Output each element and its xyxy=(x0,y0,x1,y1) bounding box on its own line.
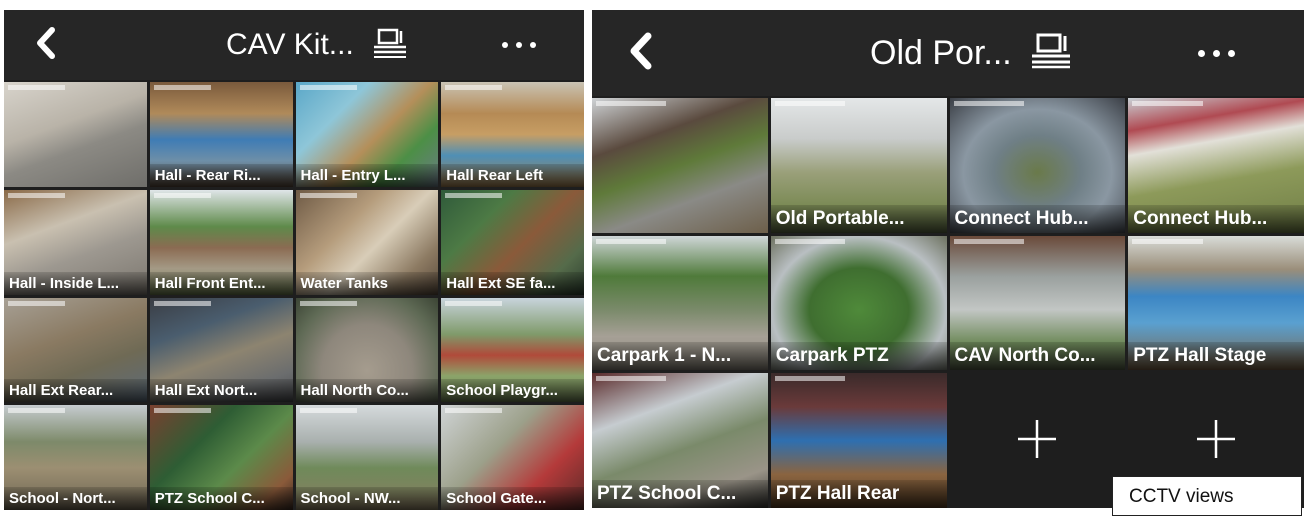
camera-tile[interactable]: School - Nort... xyxy=(4,405,147,510)
camera-tile[interactable]: Carpark 1 - N... xyxy=(592,235,768,371)
camera-label: School Gate... xyxy=(441,487,584,510)
screen-toggle-icon xyxy=(1030,33,1072,73)
camera-label: PTZ School C... xyxy=(149,487,293,510)
annotation-caption: CCTV views xyxy=(1112,476,1302,516)
camera-tile[interactable]: Hall Ext SE fa... xyxy=(441,189,584,295)
camera-tile[interactable]: Hall - Inside L... xyxy=(4,189,147,295)
camera-tile[interactable] xyxy=(4,82,147,187)
add-camera-slot[interactable] xyxy=(949,373,1126,508)
camera-tile[interactable]: School Playgr... xyxy=(441,297,584,403)
camera-label: Old Portable... xyxy=(770,204,947,233)
camera-tile[interactable]: Hall Front Ent... xyxy=(149,189,293,295)
left-view-panel: CAV Kit... Hall - Rear Ri... Hall - Entr… xyxy=(4,10,584,510)
view-title: CAV Kit... xyxy=(226,28,354,61)
camera-label: PTZ Hall Rear xyxy=(770,480,947,508)
camera-tile[interactable]: Hall North Co... xyxy=(295,297,439,403)
camera-tile[interactable]: Hall - Rear Ri... xyxy=(149,82,293,187)
camera-tile[interactable]: Water Tanks xyxy=(295,189,439,295)
camera-label: School - Nort... xyxy=(4,487,147,510)
right-top-bar: Old Por... xyxy=(592,10,1304,96)
camera-tile[interactable]: Carpark PTZ xyxy=(770,235,947,371)
camera-label: PTZ Hall Stage xyxy=(1128,342,1304,371)
camera-label: School - NW... xyxy=(295,487,439,510)
screen-toggle-button[interactable] xyxy=(372,28,408,62)
camera-tile[interactable]: Connect Hub... xyxy=(949,98,1126,233)
title-area: Old Por... xyxy=(870,10,1072,96)
camera-tile[interactable]: Hall Ext Nort... xyxy=(149,297,293,403)
camera-tile[interactable]: PTZ School C... xyxy=(592,373,768,508)
camera-label: Carpark 1 - N... xyxy=(592,342,768,371)
camera-label: Hall Front Ent... xyxy=(149,271,293,295)
camera-tile[interactable] xyxy=(592,98,768,233)
camera-feed xyxy=(592,98,768,233)
plus-icon xyxy=(1195,418,1237,464)
camera-grid: Hall - Rear Ri... Hall - Entry L... Hall… xyxy=(4,82,584,510)
camera-tile[interactable]: Hall - Entry L... xyxy=(295,82,439,187)
camera-feed xyxy=(4,82,147,187)
camera-label xyxy=(592,227,768,233)
camera-tile[interactable]: PTZ Hall Stage xyxy=(1128,235,1304,371)
right-view-panel: Old Por... Old Portable... Connect Hub..… xyxy=(592,10,1304,508)
camera-label: Carpark PTZ xyxy=(770,342,947,371)
camera-label: Hall Rear Left xyxy=(441,163,584,187)
more-dots-icon xyxy=(1198,49,1205,57)
camera-label: Hall Ext Nort... xyxy=(149,379,293,403)
camera-label: Hall - Inside L... xyxy=(4,271,147,295)
camera-label: Hall Ext Rear... xyxy=(4,379,147,403)
screen-toggle-button[interactable] xyxy=(1030,33,1072,73)
camera-tile[interactable]: School Gate... xyxy=(441,405,584,510)
annotation-text: CCTV views xyxy=(1129,486,1234,507)
plus-icon xyxy=(1016,418,1058,464)
camera-label: Hall - Rear Ri... xyxy=(149,163,293,187)
back-button[interactable] xyxy=(618,10,664,96)
camera-label: CAV North Co... xyxy=(949,342,1126,371)
camera-tile[interactable]: PTZ School C... xyxy=(149,405,293,510)
title-area: CAV Kit... xyxy=(226,10,408,80)
camera-grid: Old Portable... Connect Hub... Connect H… xyxy=(592,98,1304,508)
back-chevron-icon xyxy=(628,32,654,74)
camera-tile[interactable]: Connect Hub... xyxy=(1128,98,1304,233)
camera-label: Connect Hub... xyxy=(1128,204,1304,233)
back-chevron-icon xyxy=(35,27,57,63)
camera-tile[interactable]: Old Portable... xyxy=(770,98,947,233)
more-options-button[interactable] xyxy=(1198,10,1235,96)
screen-toggle-icon xyxy=(372,28,408,62)
camera-label: Hall Ext SE fa... xyxy=(441,271,584,295)
camera-tile[interactable]: Hall Rear Left xyxy=(441,82,584,187)
camera-label: School Playgr... xyxy=(441,379,584,403)
back-button[interactable] xyxy=(26,10,66,80)
camera-label: Hall North Co... xyxy=(295,379,439,403)
camera-label xyxy=(4,181,147,187)
camera-label: Water Tanks xyxy=(295,271,439,295)
more-options-button[interactable] xyxy=(502,10,536,80)
camera-label: PTZ School C... xyxy=(592,480,768,508)
camera-tile[interactable]: School - NW... xyxy=(295,405,439,510)
more-dots-icon xyxy=(502,42,508,48)
camera-label: Hall - Entry L... xyxy=(295,163,439,187)
camera-label: Connect Hub... xyxy=(949,204,1126,233)
view-title: Old Por... xyxy=(870,33,1012,72)
left-top-bar: CAV Kit... xyxy=(4,10,584,80)
camera-tile[interactable]: PTZ Hall Rear xyxy=(770,373,947,508)
camera-tile[interactable]: CAV North Co... xyxy=(949,235,1126,371)
camera-tile[interactable]: Hall Ext Rear... xyxy=(4,297,147,403)
